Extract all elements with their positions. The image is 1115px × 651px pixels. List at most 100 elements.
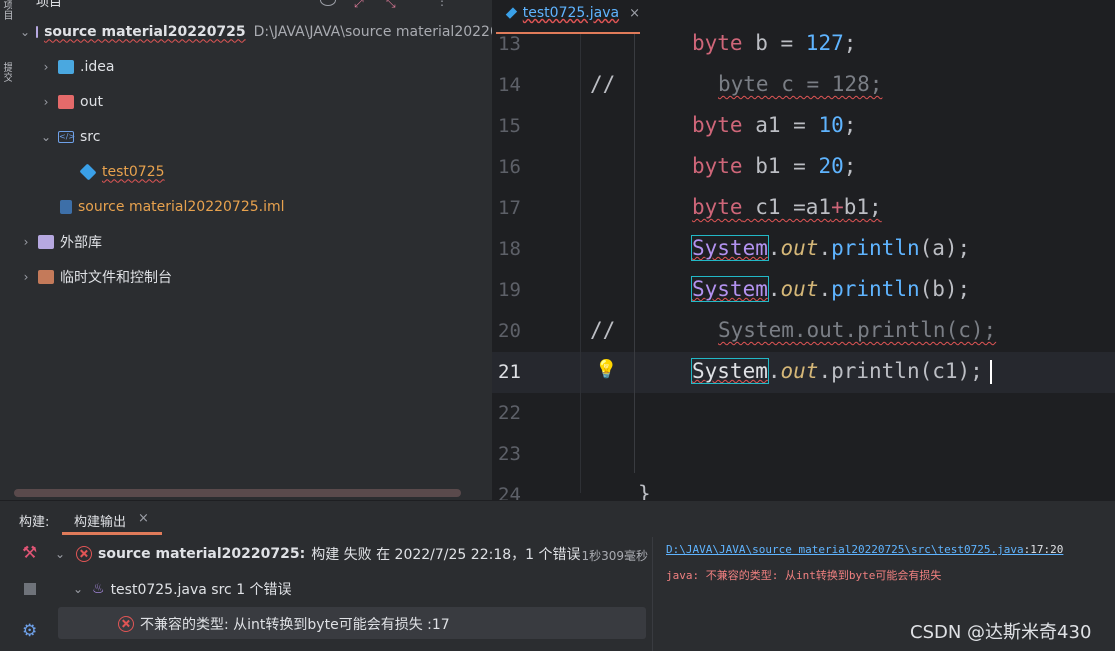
build-file-label: test0725.java src 1 个错误 xyxy=(110,582,292,598)
java-file-icon: ♨ xyxy=(92,581,105,597)
commit-tool-label[interactable]: 提交 xyxy=(0,62,12,82)
line-number: 20 xyxy=(498,320,521,342)
code-line[interactable]: 16 byte b1 = 20; xyxy=(492,148,1115,189)
project-horizontal-scrollbar[interactable] xyxy=(14,489,461,497)
code-line[interactable]: 23 xyxy=(492,435,1115,476)
build-time: 1秒309毫秒 xyxy=(581,549,648,563)
project-panel-title[interactable]: 项目 xyxy=(36,0,62,10)
out-label: out xyxy=(80,93,103,110)
code-line[interactable]: 14 // byte c = 128; xyxy=(492,66,1115,107)
build-title: 构建: xyxy=(19,515,50,530)
line-number: 17 xyxy=(498,197,521,219)
code-text: byte b = 127; xyxy=(692,31,857,55)
project-tool-label[interactable]: 项目 xyxy=(0,0,12,20)
idea-label: .idea xyxy=(80,58,115,75)
tree-item-iml[interactable]: source material20220725.iml xyxy=(12,189,492,224)
build-toolbar: ⚒ ⚙ xyxy=(12,537,48,651)
chevron-down-icon[interactable]: ⌄ xyxy=(54,547,66,561)
code-text: System.out.println(b); xyxy=(691,276,971,302)
code-text: } xyxy=(638,482,651,500)
build-tab-bar: 构建: 构建输出 × xyxy=(0,501,1115,535)
line-number: 23 xyxy=(498,443,521,465)
line-number: 14 xyxy=(498,74,521,96)
build-root-row[interactable]: ⌄ source material20220725: 构建 失败 在 2022/… xyxy=(48,537,648,571)
chevron-down-icon[interactable]: ⌄ xyxy=(40,130,52,144)
iml-file-icon xyxy=(60,199,72,214)
build-result-tree: ⌄ source material20220725: 构建 失败 在 2022/… xyxy=(48,537,648,651)
collapse-icon[interactable]: ⤡ xyxy=(386,0,396,11)
comment-marker: // xyxy=(590,72,616,96)
scratches-label: 临时文件和控制台 xyxy=(60,269,172,286)
code-text: System.out.println(a); xyxy=(691,235,971,261)
tree-item-src[interactable]: ⌄ </> src xyxy=(12,119,492,154)
line-number: 19 xyxy=(498,279,521,301)
code-line[interactable]: 18 System.out.println(a); xyxy=(492,230,1115,271)
build-project-name: source material20220725: xyxy=(98,546,306,562)
line-number: 22 xyxy=(498,402,521,424)
tree-item-out[interactable]: › out xyxy=(12,84,492,119)
java-class-icon xyxy=(79,163,97,180)
output-position: :17:20 xyxy=(1023,543,1064,556)
expand-icon[interactable]: ⤢ xyxy=(354,0,364,11)
tree-item-external-libraries[interactable]: › 外部库 xyxy=(12,224,492,259)
tab-label: test0725.java xyxy=(522,5,620,21)
external-libraries-label: 外部库 xyxy=(60,234,102,251)
stop-icon[interactable] xyxy=(24,583,36,595)
idea-folder-icon xyxy=(58,59,74,74)
code-line[interactable]: 13 byte b = 127; xyxy=(492,25,1115,66)
folder-icon xyxy=(36,25,39,38)
chevron-down-icon[interactable]: ⌄ xyxy=(72,582,84,596)
chevron-right-icon[interactable]: › xyxy=(40,95,52,109)
project-panel: 项目 ⤢ ⤡ ⋮ ⌄ source material20220725 D:\JA… xyxy=(12,0,492,500)
source-folder-icon: </> xyxy=(58,130,76,143)
iml-label: source material20220725.iml xyxy=(78,198,285,215)
line-number: 18 xyxy=(498,238,521,260)
line-number: 21 xyxy=(498,361,521,383)
code-text: byte c1 =a1+b1; xyxy=(692,195,882,219)
build-file-row[interactable]: ⌄ ♨ test0725.java src 1 个错误 xyxy=(48,572,672,606)
pane-divider[interactable] xyxy=(652,537,653,651)
chevron-right-icon[interactable]: › xyxy=(20,270,32,284)
tree-item-idea[interactable]: › .idea xyxy=(12,49,492,84)
build-status: 构建 失败 在 2022/7/25 22:18，1 个错误 xyxy=(311,547,581,563)
project-root-path: D:\JAVA\JAVA\source material2022072 xyxy=(253,23,492,40)
code-text: byte c = 128; xyxy=(718,72,883,96)
build-error-row[interactable]: 不兼容的类型: 从int转换到byte可能会有损失 :17 xyxy=(48,607,718,641)
error-icon xyxy=(76,546,92,562)
tree-item-test0725[interactable]: test0725 xyxy=(12,154,492,189)
src-label: src xyxy=(80,128,101,145)
code-line-current[interactable]: 21 💡 System.out.println(c1); xyxy=(492,353,1115,394)
locate-icon[interactable] xyxy=(320,0,336,6)
code-text: System.out.println(c); xyxy=(718,318,997,342)
tab-build-output[interactable]: 构建输出 xyxy=(74,511,126,530)
code-text: System.out.println(c1); xyxy=(691,358,983,384)
code-line[interactable]: 15 byte a1 = 10; xyxy=(492,107,1115,148)
code-line[interactable]: 24 } xyxy=(492,476,1115,500)
code-line[interactable]: 22 xyxy=(492,394,1115,435)
library-icon xyxy=(38,234,54,249)
tab-close-icon[interactable]: × xyxy=(138,511,149,526)
code-line[interactable]: 20 // System.out.println(c); xyxy=(492,312,1115,353)
settings-gear-icon[interactable]: ⚙ xyxy=(22,623,38,640)
code-text: byte b1 = 20; xyxy=(692,154,857,178)
build-error-message: 不兼容的类型: 从int转换到byte可能会有损失 :17 xyxy=(140,617,450,633)
hammer-icon[interactable]: ⚒ xyxy=(22,545,38,562)
out-folder-icon xyxy=(58,94,74,109)
chevron-right-icon[interactable]: › xyxy=(40,60,52,74)
code-line[interactable]: 19 System.out.println(b); xyxy=(492,271,1115,312)
output-file-link[interactable]: D:\JAVA\JAVA\source material20220725\src… xyxy=(666,543,1063,556)
left-tool-strip: 项目 提交 xyxy=(0,0,12,110)
intention-bulb-icon[interactable]: 💡 xyxy=(595,359,617,380)
java-class-icon xyxy=(505,7,518,19)
tab-close-icon[interactable]: × xyxy=(629,6,640,21)
active-tab-indicator xyxy=(62,532,162,535)
test0725-label: test0725 xyxy=(102,163,165,180)
tree-item-scratches[interactable]: › 临时文件和控制台 xyxy=(12,259,492,294)
line-number: 15 xyxy=(498,115,521,137)
code-editor[interactable]: test0725.java × 13 byte b = 127; 14 // b… xyxy=(492,0,1115,500)
code-line[interactable]: 17 byte c1 =a1+b1; xyxy=(492,189,1115,230)
chevron-down-icon[interactable]: ⌄ xyxy=(20,25,30,39)
chevron-right-icon[interactable]: › xyxy=(20,235,32,249)
more-options-icon[interactable]: ⋮ xyxy=(436,0,448,8)
tree-item-project-root[interactable]: ⌄ source material20220725 D:\JAVA\JAVA\s… xyxy=(12,14,492,49)
